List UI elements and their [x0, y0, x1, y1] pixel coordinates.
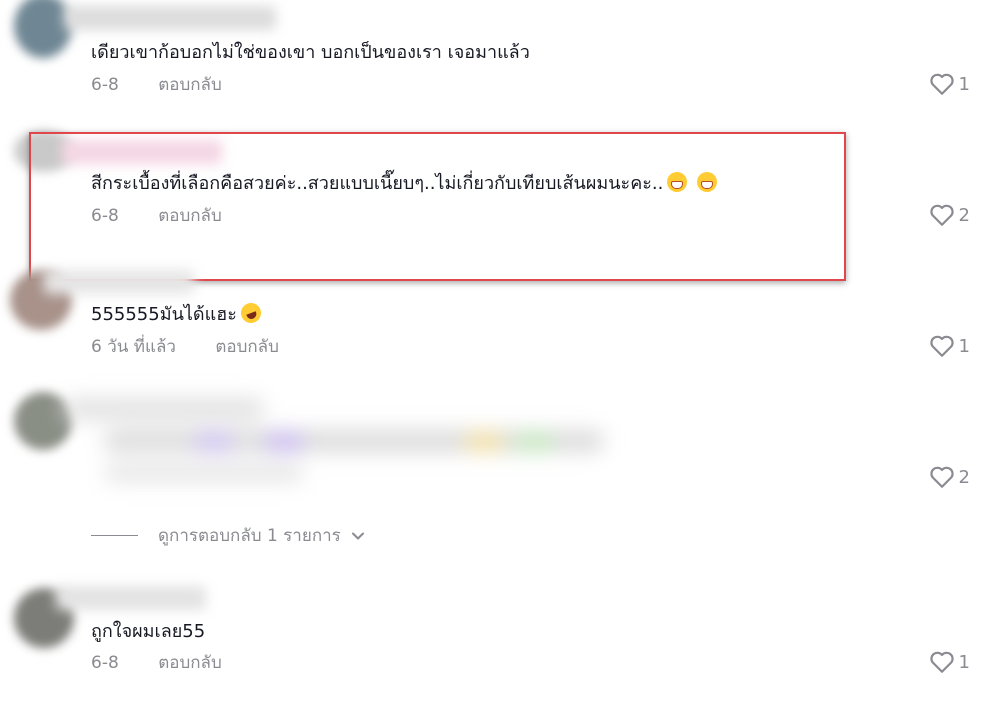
- chevron-down-icon: [351, 532, 364, 539]
- heart-outline-icon: [929, 204, 954, 226]
- like-button[interactable]: 1: [929, 72, 970, 96]
- view-replies-label: ดูการตอบกลับ 1 รายการ: [158, 526, 341, 546]
- like-button[interactable]: 2: [929, 465, 970, 489]
- comment-meta: 6-8 ตอบกลับ: [91, 652, 222, 674]
- view-replies-button[interactable]: ดูการตอบกลับ 1 รายการ: [91, 522, 365, 549]
- heart-outline-icon: [929, 466, 954, 488]
- comment-meta: 6-8 ตอบกลับ: [91, 74, 222, 96]
- comment-text: เดียวเขาก้อบอกไม่ใช่ของเขา บอกเป็นของเรา…: [91, 42, 530, 63]
- divider-line: [91, 535, 138, 536]
- like-button[interactable]: 1: [929, 650, 970, 674]
- like-button[interactable]: 2: [929, 203, 970, 227]
- comment-text: ถูกใจผมเลย55: [91, 621, 206, 642]
- like-count: 1: [958, 651, 970, 673]
- reply-button[interactable]: ตอบกลับ: [158, 74, 222, 96]
- like-count: 2: [958, 204, 970, 226]
- username-blurred: [56, 586, 206, 610]
- username-blurred: [64, 6, 276, 30]
- comment-date: 6-8: [91, 75, 119, 95]
- heart-outline-icon: [929, 651, 954, 673]
- like-count: 1: [958, 73, 970, 95]
- like-count: 1: [958, 335, 970, 357]
- heart-outline-icon: [929, 73, 954, 95]
- comment-date: 6 วัน ที่แล้ว: [91, 337, 176, 357]
- like-count: 2: [958, 466, 970, 488]
- reply-button[interactable]: ตอบกลับ: [215, 336, 279, 358]
- like-button[interactable]: 1: [929, 334, 970, 358]
- username-blurred: [44, 270, 194, 294]
- rolling-laughing-emoji: [238, 300, 264, 326]
- blurred-comment-content: [44, 392, 604, 492]
- reply-button[interactable]: ตอบกลับ: [158, 652, 222, 674]
- comment-meta: 6 วัน ที่แล้ว ตอบกลับ: [91, 336, 279, 358]
- comment-text: 555555มันได้แฮะ: [91, 300, 264, 327]
- highlight-box: [29, 132, 846, 281]
- comment-text-content: 555555มันได้แฮะ: [91, 304, 237, 325]
- heart-outline-icon: [929, 335, 954, 357]
- comment-date: 6-8: [91, 653, 119, 673]
